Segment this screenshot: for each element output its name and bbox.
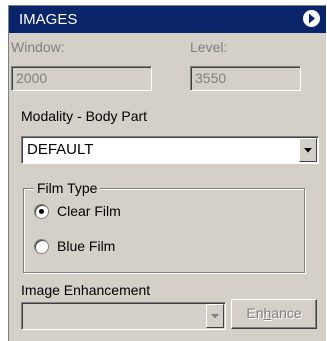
panel-title: IMAGES xyxy=(19,11,78,28)
chevron-down-icon xyxy=(211,314,219,319)
window-field: 2000 xyxy=(11,66,152,91)
chevron-right-circle-icon xyxy=(309,13,315,24)
enhance-button[interactable]: Enhance xyxy=(231,299,317,329)
enhancement-dropdown[interactable] xyxy=(21,302,226,330)
film-type-legend: Film Type xyxy=(34,180,101,196)
window-label: Window: xyxy=(11,39,65,55)
enhance-label-pre: En xyxy=(246,305,264,321)
radio-selected-dot xyxy=(39,209,44,214)
radio-button[interactable] xyxy=(34,239,49,254)
enhance-label-post: ance xyxy=(271,305,302,321)
radio-label[interactable]: Blue Film xyxy=(57,238,115,254)
level-label: Level: xyxy=(190,39,228,55)
film-type-group: Film Type Clear Film Blue Film xyxy=(23,180,305,273)
chevron-down-icon xyxy=(304,148,312,153)
panel-titlebar: IMAGES xyxy=(9,6,326,33)
modality-dropdown-button[interactable] xyxy=(299,138,317,162)
radio-label[interactable]: Clear Film xyxy=(57,203,121,219)
modality-label: Modality - Body Part xyxy=(21,108,148,124)
modality-dropdown[interactable]: DEFAULT xyxy=(21,136,319,164)
modality-value: DEFAULT xyxy=(27,141,94,158)
level-field: 3550 xyxy=(190,66,301,91)
radio-button[interactable] xyxy=(34,204,49,219)
collapse-panel-button[interactable] xyxy=(302,9,321,28)
enhancement-dropdown-button[interactable] xyxy=(206,304,224,328)
images-panel: IMAGES Window: Level: 2000 3550 Modality… xyxy=(8,5,326,341)
enhancement-label: Image Enhancement xyxy=(21,282,151,298)
